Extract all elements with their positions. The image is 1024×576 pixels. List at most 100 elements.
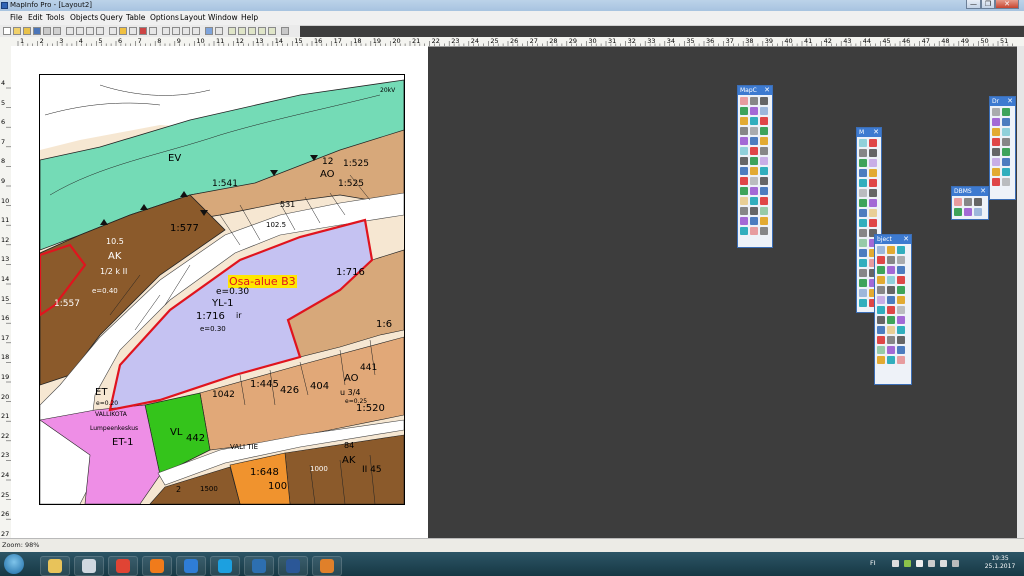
palette-tool-icon[interactable] [750, 157, 758, 165]
palette-tool-icon[interactable] [897, 306, 905, 314]
palette-tool-icon[interactable] [1002, 108, 1010, 116]
palette-tool-icon[interactable] [760, 137, 768, 145]
copy-icon[interactable] [76, 27, 84, 35]
minimize-button[interactable]: — [966, 0, 981, 9]
map-frame[interactable]: EV 12 AO 1:525 1:525 1:541 531 102.5 1:5… [39, 74, 405, 505]
palette-tool-icon[interactable] [1002, 168, 1010, 176]
new-layout-icon[interactable] [139, 27, 147, 35]
redistricter-icon[interactable] [149, 27, 157, 35]
palette-tool-icon[interactable] [1002, 178, 1010, 186]
palette-tool-icon[interactable] [740, 127, 748, 135]
palette-tool-icon[interactable] [869, 179, 877, 187]
menu-options[interactable]: Options [150, 11, 179, 25]
layer-control-icon[interactable] [228, 27, 236, 35]
palette-tool-icon[interactable] [887, 256, 895, 264]
tray-arrow-icon[interactable] [892, 560, 899, 567]
palette-tool-icon[interactable] [897, 326, 905, 334]
palette-tool-icon[interactable] [897, 246, 905, 254]
palette-tool-icon[interactable] [740, 227, 748, 235]
skype-taskbar-button[interactable] [210, 556, 240, 576]
palette-tool-icon[interactable] [750, 177, 758, 185]
palette-tool-icon[interactable] [859, 289, 867, 297]
palette-tool-icon[interactable] [740, 197, 748, 205]
object-palette[interactable]: bject ✕ [874, 234, 912, 385]
save-copy-icon[interactable] [43, 27, 51, 35]
palette-tool-icon[interactable] [740, 167, 748, 175]
open-workspace-icon[interactable] [23, 27, 31, 35]
palette-tool-icon[interactable] [760, 177, 768, 185]
palette-tool-icon[interactable] [859, 199, 867, 207]
palette-tool-icon[interactable] [877, 326, 885, 334]
palette-tool-icon[interactable] [859, 259, 867, 267]
palette-tool-icon[interactable] [859, 189, 867, 197]
palette-tool-icon[interactable] [897, 286, 905, 294]
palette-tool-icon[interactable] [964, 208, 972, 216]
palette-tool-icon[interactable] [887, 356, 895, 364]
palette-tool-icon[interactable] [760, 167, 768, 175]
palette-tool-icon[interactable] [992, 168, 1000, 176]
palette-tool-icon[interactable] [740, 177, 748, 185]
palette-tool-icon[interactable] [887, 306, 895, 314]
palette-tool-icon[interactable] [750, 187, 758, 195]
dbms-palette[interactable]: DBMS ✕ [951, 186, 989, 220]
palette-close-icon[interactable]: ✕ [764, 86, 770, 95]
legend-icon[interactable] [248, 27, 256, 35]
palette-tool-icon[interactable] [887, 286, 895, 294]
select-icon[interactable] [172, 27, 180, 35]
palette-tool-icon[interactable] [760, 107, 768, 115]
palette-tool-icon[interactable] [740, 157, 748, 165]
palette-tool-icon[interactable] [750, 137, 758, 145]
palette-tool-icon[interactable] [859, 249, 867, 257]
taskbar-clock[interactable]: 19:35 25.1.2017 [980, 555, 1020, 571]
palette-tool-icon[interactable] [869, 219, 877, 227]
palette-tool-icon[interactable] [869, 159, 877, 167]
palette-tool-icon[interactable] [897, 346, 905, 354]
palette-tool-icon[interactable] [877, 336, 885, 344]
palette-tool-icon[interactable] [954, 208, 962, 216]
palette-tool-icon[interactable] [750, 127, 758, 135]
palette-tool-icon[interactable] [750, 227, 758, 235]
palette-tool-icon[interactable] [1002, 148, 1010, 156]
palette-tool-icon[interactable] [1002, 138, 1010, 146]
palette-tool-icon[interactable] [740, 107, 748, 115]
palette-tool-icon[interactable] [887, 266, 895, 274]
palette-tool-icon[interactable] [869, 189, 877, 197]
palette-tool-icon[interactable] [877, 276, 885, 284]
palette-tool-icon[interactable] [897, 336, 905, 344]
palette-tool-icon[interactable] [869, 149, 877, 157]
palette-tool-icon[interactable] [750, 197, 758, 205]
tool-manager-icon[interactable] [268, 27, 276, 35]
menu-tools[interactable]: Tools [46, 11, 64, 25]
save-icon[interactable] [33, 27, 41, 35]
firefox-taskbar-button[interactable] [142, 556, 172, 576]
palette-tool-icon[interactable] [974, 208, 982, 216]
outlook-taskbar-button[interactable] [312, 556, 342, 576]
media-player-taskbar-button[interactable] [74, 556, 104, 576]
palette-tool-icon[interactable] [897, 276, 905, 284]
menu-edit[interactable]: Edit [28, 11, 43, 25]
app-taskbar-button[interactable] [244, 556, 274, 576]
palette-tool-icon[interactable] [992, 178, 1000, 186]
maximize-button[interactable]: ❐ [981, 0, 995, 9]
palette-tool-icon[interactable] [869, 209, 877, 217]
palette-tool-icon[interactable] [887, 296, 895, 304]
palette-tool-icon[interactable] [750, 147, 758, 155]
palette-tool-icon[interactable] [859, 239, 867, 247]
palette-tool-icon[interactable] [877, 256, 885, 264]
palette-tool-icon[interactable] [859, 159, 867, 167]
palette-tool-icon[interactable] [750, 107, 758, 115]
menu-file[interactable]: File [10, 11, 23, 25]
palette-tool-icon[interactable] [760, 187, 768, 195]
palette-tool-icon[interactable] [869, 199, 877, 207]
palette-tool-icon[interactable] [760, 207, 768, 215]
palette-tool-icon[interactable] [859, 169, 867, 177]
menu-query[interactable]: Query [100, 11, 123, 25]
cut-icon[interactable] [66, 27, 74, 35]
menu-table[interactable]: Table [126, 11, 145, 25]
palette-tool-icon[interactable] [750, 167, 758, 175]
sql-select-icon[interactable] [162, 27, 170, 35]
close-button[interactable]: ✕ [995, 0, 1019, 9]
palette-tool-icon[interactable] [859, 209, 867, 217]
palette-tool-icon[interactable] [964, 198, 972, 206]
palette-tool-icon[interactable] [897, 296, 905, 304]
